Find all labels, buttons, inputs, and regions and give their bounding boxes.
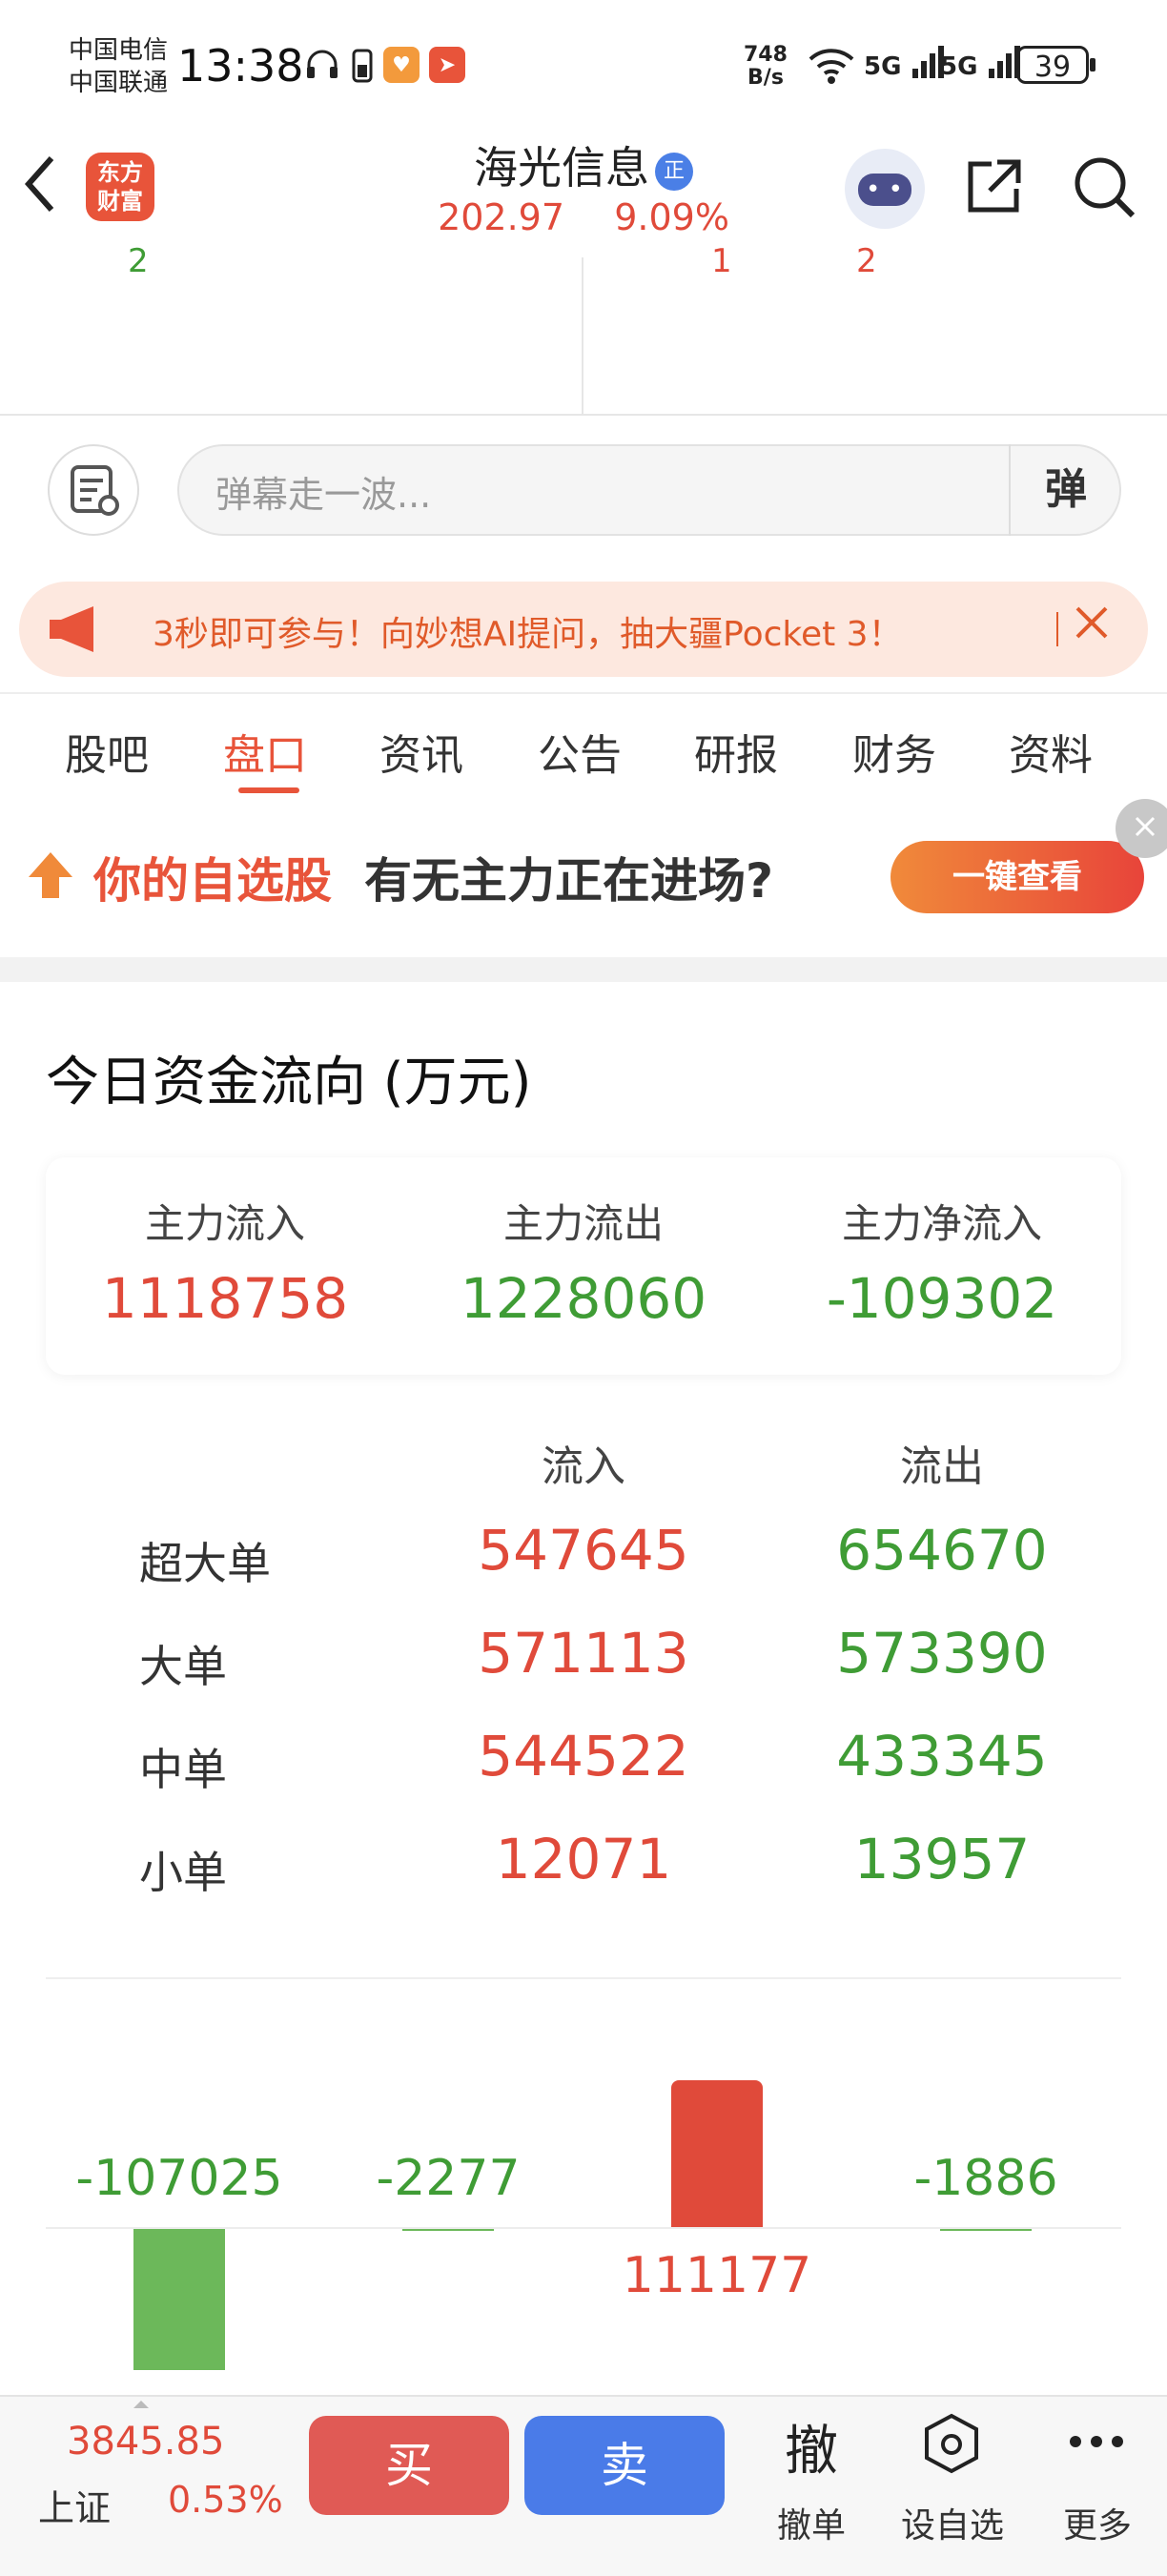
main-inflow-value: 1118758	[101, 1266, 349, 1331]
index-change-pct[interactable]: 0.53%	[168, 2479, 283, 2521]
medium-outflow: 433345	[836, 1724, 1048, 1789]
promo-separator	[1056, 612, 1058, 646]
small-outflow: 13957	[853, 1827, 1031, 1891]
tab-finance[interactable]: 财务	[852, 721, 936, 782]
close-icon	[1075, 606, 1108, 639]
super-large-outflow: 654670	[836, 1518, 1048, 1583]
prev-right-value-2: 2	[856, 242, 877, 280]
net-speed: 748 B/s	[744, 44, 788, 90]
tab-pankou[interactable]: 盘口	[223, 721, 307, 782]
stock-change-pct: 9.09%	[614, 196, 729, 238]
bar-label-1: -2277	[376, 2150, 521, 2207]
fund-flow-title: 今日资金流向 (万元)	[46, 1052, 532, 1114]
bar-label-0: -107025	[75, 2150, 283, 2207]
row-label-super-large: 超大单	[139, 1538, 271, 1589]
tab-profile[interactable]: 资料	[1009, 721, 1093, 782]
super-large-inflow: 547645	[478, 1518, 689, 1583]
prev-left-value: 2	[128, 242, 149, 280]
status-notification-icons: ♥ ➤	[303, 46, 465, 84]
main-outflow-value: 1228060	[460, 1266, 707, 1331]
carrier-1: 中国电信	[69, 36, 169, 65]
danmu-settings-button[interactable]	[48, 444, 139, 536]
section-divider	[582, 257, 584, 414]
chart-baseline	[46, 2227, 1121, 2229]
promo-close-button[interactable]	[1068, 599, 1116, 657]
ai-assistant-icon[interactable]	[845, 149, 925, 229]
main-inflow-label: 主力流入	[144, 1200, 305, 1247]
cancel-order-icon[interactable]: 撤	[749, 2408, 873, 2485]
tab-guba[interactable]: 股吧	[65, 721, 149, 782]
app-send-icon: ➤	[429, 47, 465, 83]
stock-name: 海光信息	[474, 142, 649, 194]
index-name[interactable]: 上证	[38, 2479, 111, 2531]
add-watchlist-label[interactable]: 设自选	[891, 2498, 1014, 2547]
bar-label-3: -1886	[913, 2150, 1058, 2207]
verified-badge: 正	[655, 153, 693, 191]
search-icon[interactable]	[1072, 154, 1136, 219]
tab-research[interactable]: 研报	[694, 721, 778, 782]
main-net-inflow-label: 主力净流入	[841, 1200, 1042, 1247]
more-icon[interactable]	[1066, 2427, 1127, 2456]
buy-button[interactable]: 买	[309, 2416, 509, 2515]
large-outflow: 573390	[836, 1621, 1048, 1686]
battery-indicator: 39	[1016, 46, 1095, 84]
sell-button[interactable]: 卖	[524, 2416, 725, 2515]
promo-text: 3秒即可参与！向妙想AI提问，抽大疆Pocket 3！	[153, 615, 903, 654]
cancel-order-label[interactable]: 撤单	[749, 2498, 873, 2547]
bar-0	[133, 2228, 225, 2370]
wifi-icon	[809, 49, 854, 84]
signal-2: 5G	[940, 42, 1025, 81]
megaphone-icon	[50, 606, 93, 652]
prev-right-value-1: 1	[711, 242, 732, 280]
banner-text: 有无主力正在进场?	[364, 853, 774, 909]
add-watchlist-icon[interactable]	[921, 2412, 982, 2477]
net-speed-value: 748	[744, 43, 788, 67]
medium-inflow: 544522	[478, 1724, 689, 1789]
row-label-small: 小单	[139, 1847, 227, 1898]
chart-separator	[46, 1977, 1121, 1979]
share-icon[interactable]	[963, 154, 1026, 217]
tab-news[interactable]: 资讯	[379, 721, 463, 782]
headphones-icon	[307, 50, 338, 78]
section-gap	[0, 957, 1167, 982]
bar-2	[671, 2080, 763, 2228]
index-value[interactable]: 3845.85	[67, 2420, 224, 2464]
more-label[interactable]: 更多	[1035, 2498, 1159, 2547]
phone-battery-icon	[352, 49, 373, 83]
clock: 13:38	[177, 40, 304, 92]
arrow-up-icon	[29, 852, 72, 898]
inflow-column-header: 流入	[542, 1442, 625, 1491]
row-label-medium: 中单	[139, 1744, 227, 1795]
net-speed-unit: B/s	[747, 66, 784, 90]
main-net-inflow-value: -109302	[826, 1266, 1058, 1331]
row-label-large: 大单	[139, 1641, 227, 1692]
danmu-settings-icon	[71, 465, 119, 516]
signal-1: 5G	[864, 42, 949, 81]
stock-price: 202.97	[438, 196, 565, 238]
danmu-placeholder: 弹幕走一波...	[215, 474, 432, 516]
main-outflow-label: 主力流出	[502, 1200, 664, 1247]
danmu-toggle-button[interactable]: 弹	[1009, 444, 1121, 536]
tab-announcements[interactable]: 公告	[538, 721, 622, 782]
bar-label-2: 111177	[622, 2247, 812, 2304]
carrier-info: 中国电信 中国联通	[69, 34, 168, 99]
carrier-2: 中国联通	[69, 69, 169, 97]
check-now-button[interactable]: 一键查看	[891, 841, 1144, 913]
caret-up-icon	[133, 2401, 149, 2408]
outflow-column-header: 流出	[900, 1442, 984, 1491]
active-tab-indicator	[238, 787, 299, 793]
app-heart-icon: ♥	[383, 47, 420, 83]
large-inflow: 571113	[478, 1621, 689, 1686]
previous-section	[0, 257, 1167, 416]
small-inflow: 12071	[495, 1827, 672, 1891]
net-flow-bar-chart: -107025 -2277 111177 -1886	[0, 1983, 1167, 2395]
banner-close-button[interactable]	[1116, 799, 1167, 858]
banner-highlight: 你的自选股	[93, 853, 332, 909]
close-icon	[1135, 816, 1156, 837]
